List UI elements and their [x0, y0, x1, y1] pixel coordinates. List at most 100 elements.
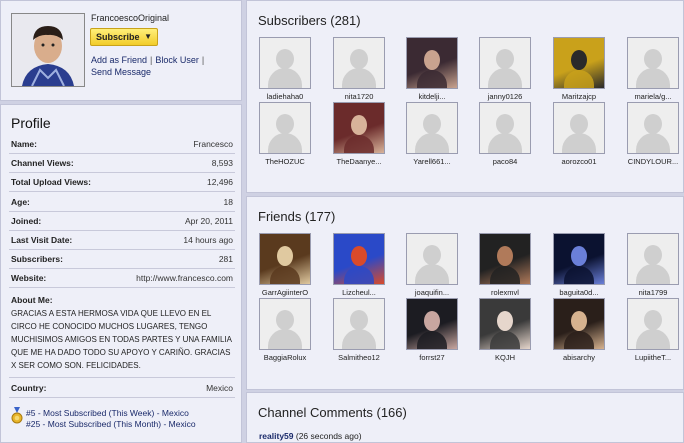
friend-avatar[interactable]: [406, 298, 458, 350]
subscriber-name[interactable]: Yarell661...: [404, 157, 460, 166]
profile-row: Subscribers: 281: [11, 254, 233, 264]
default-avatar-icon[interactable]: [333, 37, 385, 89]
divider: [9, 153, 235, 154]
rank-link-weekly[interactable]: #5 - Most Subscribed (This Week) - Mexic…: [26, 408, 189, 418]
default-avatar-icon[interactable]: [259, 298, 311, 350]
default-avatar-icon[interactable]: [627, 298, 679, 350]
friend-avatar[interactable]: [259, 233, 311, 285]
website-link[interactable]: http://www.francesco.com: [136, 273, 233, 283]
subscriber-thumb[interactable]: kitdelji...: [406, 37, 458, 101]
profile-row-value: Francesco: [193, 139, 233, 149]
friend-thumb[interactable]: Salmitheo12: [333, 298, 385, 362]
friend-avatar[interactable]: [333, 233, 385, 285]
rank-link-monthly[interactable]: #25 - Most Subscribed (This Month) - Mex…: [26, 419, 196, 429]
friend-name[interactable]: BaggiaRolux: [257, 353, 313, 362]
default-avatar-icon[interactable]: [333, 298, 385, 350]
subscriber-thumb[interactable]: paco84: [479, 102, 531, 166]
subscriber-thumb[interactable]: nita1720: [333, 37, 385, 101]
country-value: Mexico: [206, 383, 233, 393]
friend-thumb[interactable]: Lizcheul...: [333, 233, 385, 297]
friend-thumb[interactable]: nita1799: [627, 233, 679, 297]
profile-title: Profile: [11, 115, 51, 131]
subscriber-thumb[interactable]: Yarell661...: [406, 102, 458, 166]
friend-thumb[interactable]: GarrAgiinterO: [259, 233, 311, 297]
friend-avatar[interactable]: [553, 233, 605, 285]
friends-panel: Friends (177) GarrAgiinterO Lizcheul... jo…: [246, 196, 684, 390]
add-friend-link[interactable]: Add as Friend: [91, 55, 147, 65]
divider: [9, 229, 235, 231]
friend-thumb[interactable]: KQJH: [479, 298, 531, 362]
divider: [9, 172, 235, 174]
subscriber-name[interactable]: Maritzajcp: [551, 92, 607, 101]
profile-row: Joined: Apr 20, 2011: [11, 216, 233, 226]
subscriber-name[interactable]: paco84: [477, 157, 533, 166]
subscriber-thumb[interactable]: Maritzajcp: [553, 37, 605, 101]
subscriber-avatar[interactable]: [553, 37, 605, 89]
friend-thumb[interactable]: forrst27: [406, 298, 458, 362]
subscriber-thumb[interactable]: aorozco01: [553, 102, 605, 166]
friend-avatar[interactable]: [479, 298, 531, 350]
default-avatar-icon[interactable]: [406, 102, 458, 154]
friend-name[interactable]: GarrAgiinterO: [257, 288, 313, 297]
friend-avatar[interactable]: [553, 298, 605, 350]
friend-name[interactable]: LupiitheT...: [625, 353, 681, 362]
friend-avatar[interactable]: [479, 233, 531, 285]
friend-name[interactable]: joaquifin...: [404, 288, 460, 297]
profile-row-country: Country: Mexico: [11, 383, 233, 393]
default-avatar-icon[interactable]: [627, 102, 679, 154]
profile-row: Name: Francesco: [11, 139, 233, 149]
friend-thumb[interactable]: abisarchy: [553, 298, 605, 362]
channel-avatar[interactable]: [11, 13, 85, 87]
friend-name[interactable]: Salmitheo12: [331, 353, 387, 362]
subscriber-name[interactable]: janny0126: [477, 92, 533, 101]
friend-thumb[interactable]: joaquifin...: [406, 233, 458, 297]
default-avatar-icon[interactable]: [627, 233, 679, 285]
divider: [9, 210, 235, 212]
subscribers-title[interactable]: Subscribers (281): [258, 13, 361, 28]
subscriber-name[interactable]: aorozco01: [551, 157, 607, 166]
subscriber-name[interactable]: nita1720: [331, 92, 387, 101]
default-avatar-icon[interactable]: [406, 233, 458, 285]
send-message-link[interactable]: Send Message: [91, 67, 151, 77]
profile-row-value: 12,496: [207, 177, 233, 188]
subscriber-name[interactable]: mariela/g...: [625, 92, 681, 101]
subscribe-button[interactable]: Subscribe ▼: [90, 28, 158, 46]
default-avatar-icon[interactable]: [553, 102, 605, 154]
subscriber-name[interactable]: TheHOZUC: [257, 157, 313, 166]
block-user-link[interactable]: Block User: [155, 55, 199, 65]
friend-name[interactable]: abisarchy: [551, 353, 607, 362]
subscriber-name[interactable]: TheDaanye...: [331, 157, 387, 166]
subscriber-avatar[interactable]: [406, 37, 458, 89]
friend-name[interactable]: rolexmvl: [477, 288, 533, 297]
default-avatar-icon[interactable]: [479, 37, 531, 89]
subscriber-name[interactable]: CINDYLOUR...: [625, 157, 681, 166]
about-me-label: About Me:: [11, 295, 53, 305]
subscriber-thumb[interactable]: janny0126: [479, 37, 531, 101]
subscriber-thumb[interactable]: mariela/g...: [627, 37, 679, 101]
friend-name[interactable]: nita1799: [625, 288, 681, 297]
default-avatar-icon[interactable]: [627, 37, 679, 89]
subscriber-name[interactable]: kitdelji...: [404, 92, 460, 101]
subscriber-thumb[interactable]: CINDYLOUR...: [627, 102, 679, 166]
friend-thumb[interactable]: baguita0d...: [553, 233, 605, 297]
subscriber-name[interactable]: ladiehaha0: [257, 92, 313, 101]
friend-thumb[interactable]: rolexmvl: [479, 233, 531, 297]
subscriber-thumb[interactable]: TheDaanye...: [333, 102, 385, 166]
comment-author[interactable]: reality59: [259, 431, 294, 441]
friend-thumb[interactable]: BaggiaRolux: [259, 298, 311, 362]
friends-title[interactable]: Friends (177): [258, 209, 335, 224]
friend-name[interactable]: KQJH: [477, 353, 533, 362]
friend-name[interactable]: forrst27: [404, 353, 460, 362]
subscriber-avatar[interactable]: [333, 102, 385, 154]
subscribers-panel: Subscribers (281) ladiehaha0 nita1720 kitd…: [246, 0, 684, 193]
subscriber-thumb[interactable]: ladiehaha0: [259, 37, 311, 101]
friend-name[interactable]: Lizcheul...: [331, 288, 387, 297]
default-avatar-icon[interactable]: [479, 102, 531, 154]
default-avatar-icon[interactable]: [259, 102, 311, 154]
subscriber-thumb[interactable]: TheHOZUC: [259, 102, 311, 166]
profile-row-value: 14 hours ago: [183, 235, 233, 245]
friend-thumb[interactable]: LupiitheT...: [627, 298, 679, 362]
default-avatar-icon[interactable]: [259, 37, 311, 89]
about-me-text: GRACIAS A ESTA HERMOSA VIDA QUE LLEVO EN…: [11, 309, 232, 370]
friend-name[interactable]: baguita0d...: [551, 288, 607, 297]
